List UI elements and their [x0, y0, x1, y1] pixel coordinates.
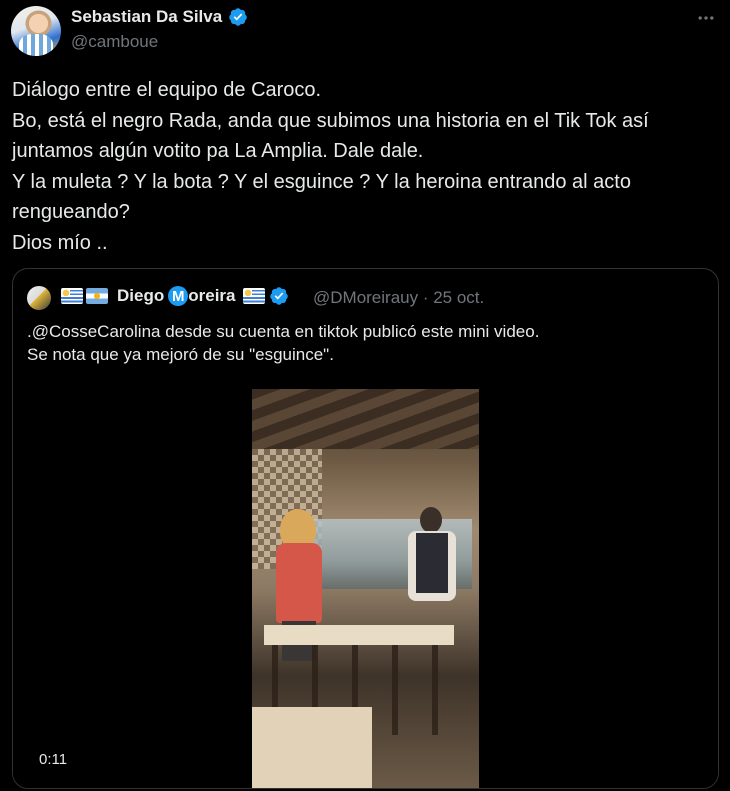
video-player[interactable]: 0:11 — [13, 389, 718, 788]
author-name[interactable]: Sebastian Da Silva — [71, 7, 222, 27]
video-table-foreground — [252, 707, 372, 788]
name-flags — [61, 288, 108, 304]
quoted-author-avatar[interactable] — [27, 286, 51, 310]
avatar-shirt — [19, 34, 53, 56]
author-avatar[interactable] — [11, 6, 61, 56]
author-name-row: Sebastian Da Silva — [71, 7, 248, 27]
author-handle[interactable]: @camboue — [71, 32, 158, 52]
verified-badge-icon[interactable] — [228, 7, 248, 27]
argentina-flag-icon — [86, 288, 108, 304]
quoted-name-rest: oreira — [188, 286, 236, 305]
quoted-tweet-text: .@CosseCarolina desde su cuenta en tikto… — [27, 322, 540, 364]
verified-badge-icon[interactable] — [269, 286, 289, 306]
quoted-name-first: Diego — [117, 286, 165, 305]
m-letter-badge-icon: M — [168, 286, 189, 306]
tweet-text: Diálogo entre el equipo de Caroco. Bo, e… — [12, 79, 649, 254]
video-table — [264, 625, 454, 645]
video-frame[interactable] — [252, 389, 479, 788]
quoted-handle-date[interactable]: @DMoreirauy · 25 oct. — [313, 288, 484, 308]
uruguay-flag-icon — [243, 288, 266, 304]
video-person-man — [402, 507, 462, 617]
more-options-icon[interactable] — [696, 8, 716, 28]
video-duration: 0:11 — [39, 751, 68, 768]
quoted-author-name[interactable]: Diego Moreira — [117, 286, 289, 306]
uruguay-flag-icon — [61, 288, 83, 304]
quoted-tweet[interactable]: Diego Moreira @DMoreirauy · 25 oct. .@Co… — [12, 268, 719, 789]
video-ceiling — [252, 389, 479, 449]
